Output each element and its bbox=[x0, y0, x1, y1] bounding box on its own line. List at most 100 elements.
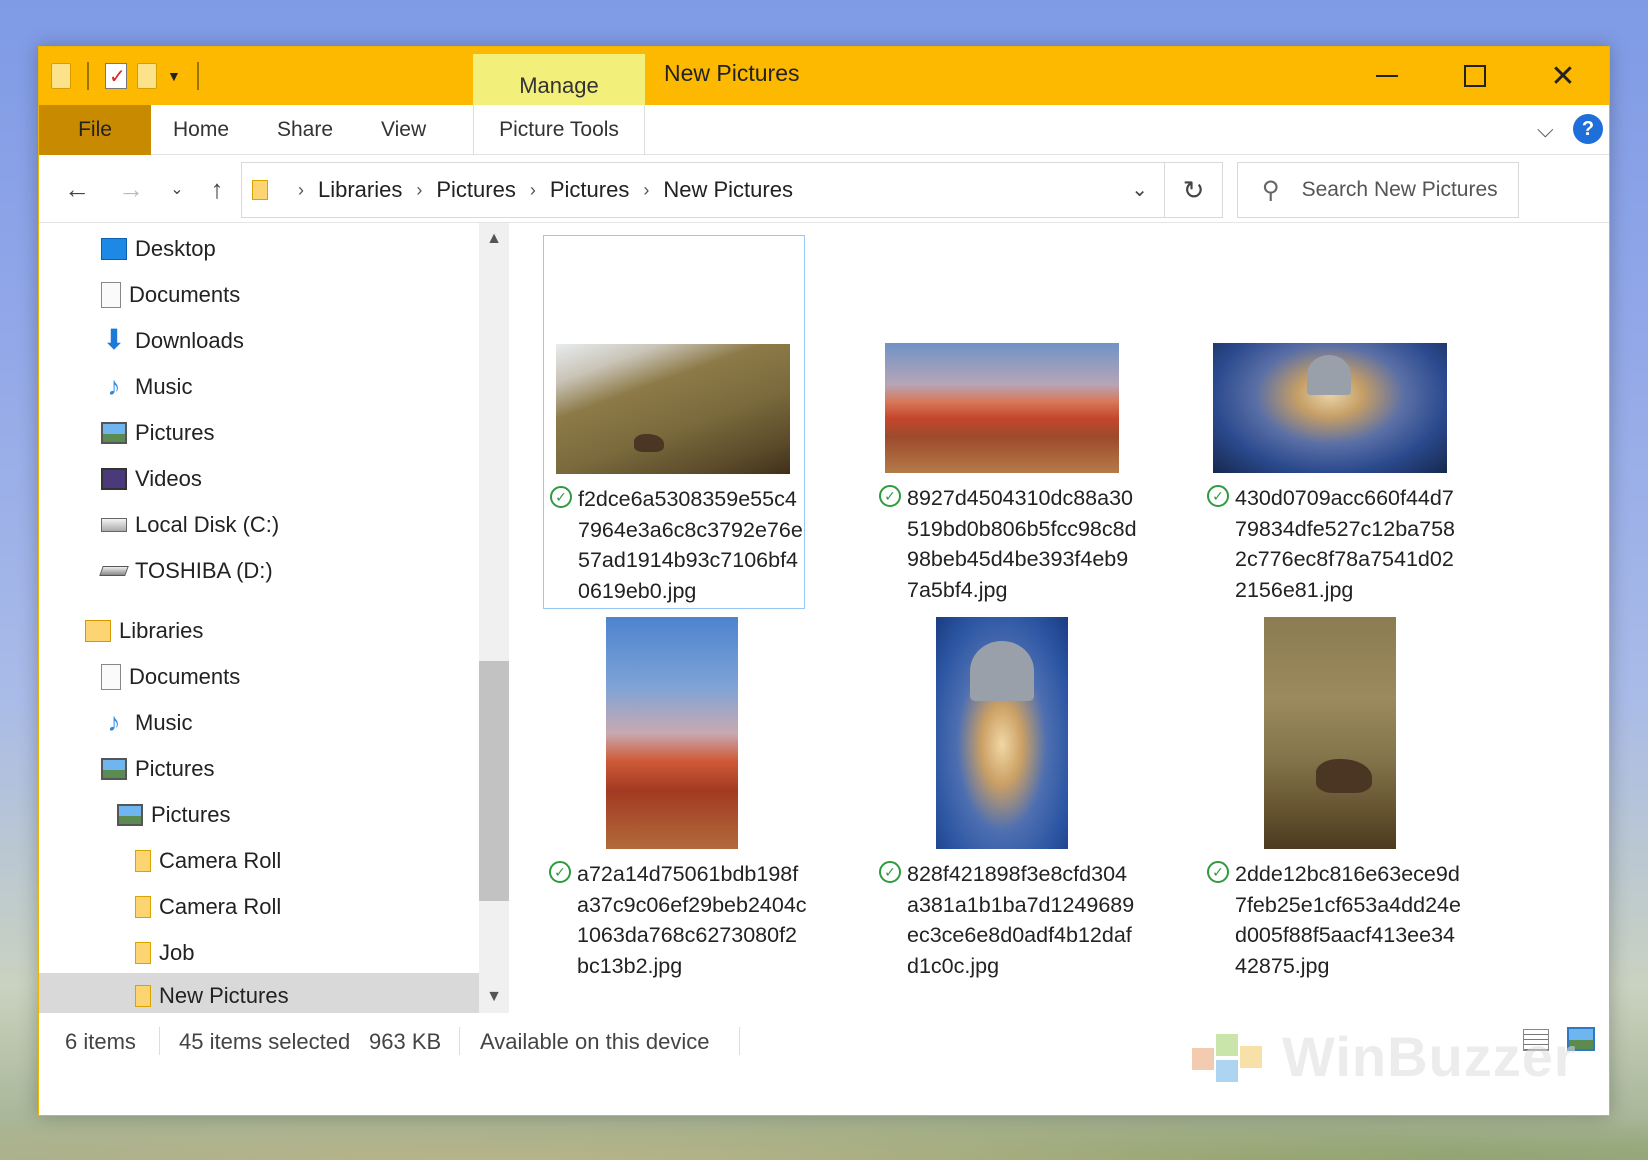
customize-toolbar-icon[interactable]: ▼ bbox=[167, 68, 181, 84]
toolbar-divider bbox=[196, 62, 199, 90]
quick-access-toolbar: ▼ bbox=[51, 59, 205, 93]
music-icon: ♪ bbox=[107, 371, 121, 401]
pictures-icon bbox=[101, 758, 127, 780]
properties-icon[interactable] bbox=[105, 63, 127, 89]
tab-home[interactable]: Home bbox=[173, 105, 229, 155]
file-item[interactable]: ✓ 430d0709acc660f44d779834dfe527c12ba758… bbox=[1201, 235, 1463, 609]
sidebar-item-label: Downloads bbox=[135, 328, 244, 353]
sidebar-item-lib-pictures[interactable]: Pictures bbox=[101, 749, 214, 789]
status-divider bbox=[459, 1027, 460, 1055]
pictures-icon bbox=[117, 804, 143, 826]
sidebar-item-pictures-folder[interactable]: Pictures bbox=[117, 795, 230, 835]
sidebar-item-pictures[interactable]: Pictures bbox=[101, 413, 214, 453]
sync-check-icon: ✓ bbox=[1207, 485, 1229, 507]
address-dropdown-icon[interactable]: ⌄ bbox=[1131, 177, 1148, 202]
address-bar[interactable]: › Libraries › Pictures › Pictures › New … bbox=[241, 162, 1165, 218]
winbuzzer-logo bbox=[1192, 1034, 1262, 1082]
tab-share[interactable]: Share bbox=[277, 105, 333, 155]
close-icon: ✕ bbox=[1550, 59, 1576, 93]
status-divider bbox=[159, 1027, 160, 1055]
minimize-icon bbox=[1376, 75, 1398, 77]
maximize-button[interactable] bbox=[1431, 47, 1519, 105]
manage-tab-group[interactable]: Manage bbox=[473, 54, 645, 105]
sidebar-item-camera-roll-2[interactable]: Camera Roll bbox=[135, 887, 281, 927]
breadcrumb-new-pictures[interactable]: New Pictures bbox=[663, 177, 793, 203]
sidebar-item-libraries[interactable]: Libraries bbox=[85, 611, 203, 651]
sidebar-item-downloads[interactable]: ⬇ Downloads bbox=[101, 321, 244, 361]
sidebar-item-toshiba[interactable]: TOSHIBA (D:) bbox=[99, 551, 273, 591]
sidebar-item-job[interactable]: Job bbox=[135, 933, 194, 973]
file-item[interactable]: ✓ 828f421898f3e8cfd304a381a1b1ba7d124968… bbox=[873, 617, 1135, 991]
sidebar-item-documents[interactable]: Documents bbox=[101, 275, 240, 315]
navigation-bar: ← → ⌄ ↑ › Libraries › Pictures › Picture… bbox=[39, 155, 1609, 223]
back-arrow-icon[interactable]: ← bbox=[59, 169, 95, 209]
sidebar-item-videos[interactable]: Videos bbox=[101, 459, 202, 499]
sidebar-item-local-disk[interactable]: Local Disk (C:) bbox=[101, 505, 279, 545]
scroll-up-icon[interactable]: ▲ bbox=[479, 223, 509, 255]
image-thumbnail bbox=[936, 617, 1068, 849]
chevron-right-icon[interactable]: › bbox=[298, 180, 304, 201]
local-disk-icon bbox=[101, 518, 127, 532]
image-thumbnail bbox=[556, 344, 790, 474]
window-title: New Pictures bbox=[664, 60, 800, 86]
recent-locations-chevron-icon[interactable]: ⌄ bbox=[159, 169, 195, 209]
breadcrumb-libraries[interactable]: Libraries bbox=[318, 177, 402, 203]
sidebar-item-camera-roll[interactable]: Camera Roll bbox=[135, 841, 281, 881]
downloads-icon: ⬇ bbox=[102, 324, 126, 355]
file-name: 430d0709acc660f44d779834dfe527c12ba7582c… bbox=[1235, 486, 1455, 602]
file-item[interactable]: ✓ 2dde12bc816e63ece9d7feb25e1cf653a4dd24… bbox=[1201, 617, 1463, 991]
dome-shape bbox=[970, 641, 1034, 701]
tab-view[interactable]: View bbox=[381, 105, 426, 155]
folder-icon bbox=[135, 896, 151, 918]
sidebar-scrollbar[interactable]: ▲ ▼ bbox=[479, 223, 509, 1013]
breadcrumb-pictures[interactable]: Pictures bbox=[436, 177, 515, 203]
watermark-text: WinBuzzer bbox=[1282, 1025, 1577, 1088]
refresh-icon: ↻ bbox=[1182, 174, 1205, 205]
folder-icon bbox=[135, 942, 151, 964]
search-icon: ⚲ bbox=[1262, 176, 1280, 204]
image-thumbnail bbox=[1213, 343, 1447, 473]
sidebar-item-label: Documents bbox=[129, 282, 241, 307]
scroll-down-icon[interactable]: ▼ bbox=[479, 981, 509, 1013]
sidebar-item-lib-documents[interactable]: Documents bbox=[101, 657, 240, 697]
sidebar-item-label: Local Disk (C:) bbox=[135, 512, 280, 537]
forward-arrow-icon[interactable]: → bbox=[113, 169, 149, 209]
file-item[interactable]: ✓ 8927d4504310dc88a30519bd0b806b5fcc98c8… bbox=[873, 235, 1137, 609]
chevron-right-icon[interactable]: › bbox=[643, 180, 649, 201]
usb-drive-icon bbox=[99, 566, 129, 576]
help-button[interactable]: ? bbox=[1573, 114, 1603, 144]
file-item[interactable]: ✓ a72a14d75061bdb198fa37c9c06ef29beb2404… bbox=[543, 617, 807, 991]
folder-icon bbox=[51, 63, 71, 89]
file-item[interactable]: ✓ f2dce6a5308359e55c47964e3a6c8c3792e76e… bbox=[543, 235, 805, 609]
tab-file[interactable]: File bbox=[39, 105, 151, 155]
breadcrumb-pictures-sub[interactable]: Pictures bbox=[550, 177, 629, 203]
refresh-button[interactable]: ↻ bbox=[1165, 162, 1223, 218]
sidebar-item-music[interactable]: ♪ Music bbox=[101, 367, 193, 407]
search-box[interactable]: ⚲ bbox=[1237, 162, 1522, 218]
documents-icon bbox=[101, 282, 121, 308]
minimize-button[interactable] bbox=[1343, 47, 1431, 105]
sidebar-item-label: Libraries bbox=[119, 618, 204, 643]
sync-check-icon: ✓ bbox=[879, 861, 901, 883]
sync-check-icon: ✓ bbox=[879, 485, 901, 507]
new-folder-icon[interactable] bbox=[137, 63, 157, 89]
scrollbar-thumb[interactable] bbox=[479, 661, 509, 901]
videos-icon bbox=[101, 468, 127, 490]
sidebar-item-label: Job bbox=[159, 940, 195, 965]
documents-icon bbox=[101, 664, 121, 690]
chevron-right-icon[interactable]: › bbox=[416, 180, 422, 201]
chevron-right-icon[interactable]: › bbox=[530, 180, 536, 201]
up-arrow-icon[interactable]: ↑ bbox=[199, 169, 235, 209]
folder-icon bbox=[135, 850, 151, 872]
sidebar-item-lib-music[interactable]: ♪ Music bbox=[101, 703, 193, 743]
search-input[interactable] bbox=[1301, 178, 1522, 202]
dome-shape bbox=[1307, 355, 1351, 395]
item-count: 6 items bbox=[65, 1029, 136, 1054]
expand-ribbon-icon[interactable]: ⌵ bbox=[1537, 117, 1561, 142]
sidebar-item-desktop[interactable]: Desktop bbox=[101, 229, 216, 269]
sync-check-icon: ✓ bbox=[549, 861, 571, 883]
sidebar-item-label: Camera Roll bbox=[159, 848, 282, 873]
tab-picture-tools[interactable]: Picture Tools bbox=[473, 105, 645, 155]
image-thumbnail bbox=[885, 343, 1119, 473]
close-button[interactable]: ✕ bbox=[1519, 47, 1607, 105]
